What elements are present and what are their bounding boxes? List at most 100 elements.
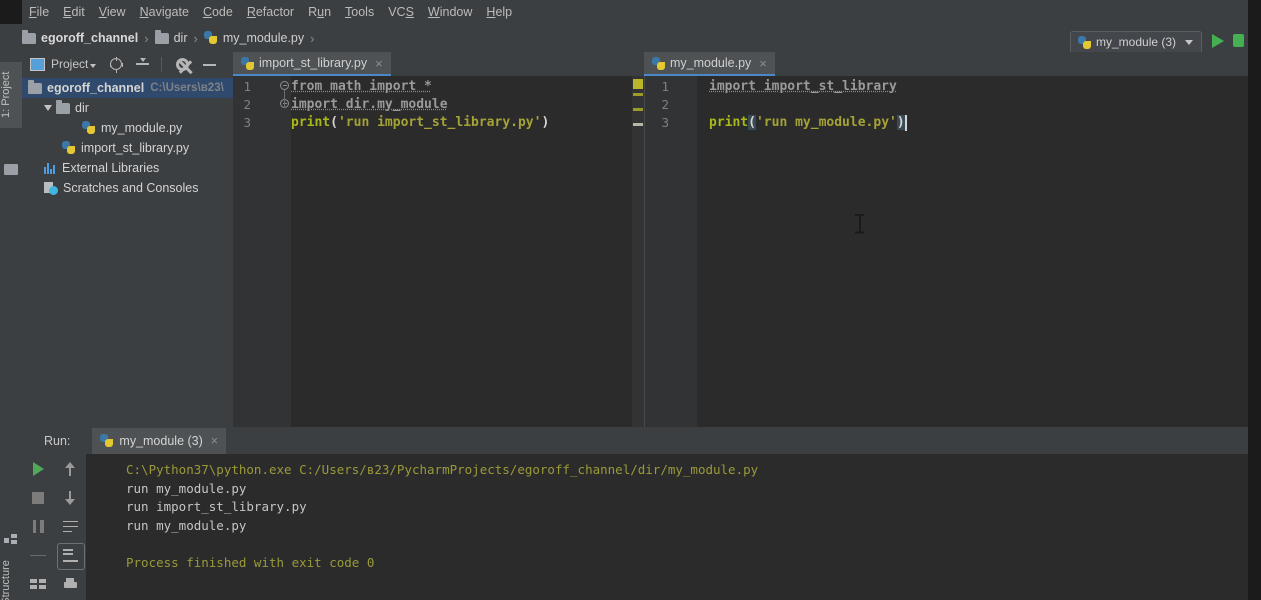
editor-code-right[interactable]: import import_st_library print('run my_m… (709, 76, 905, 136)
fold-collapse-icon[interactable] (280, 81, 289, 90)
tree-item-scratches-and-consoles[interactable]: Scratches and Consoles (22, 178, 233, 198)
close-icon[interactable]: × (759, 56, 767, 71)
editor-marker-strip-left[interactable] (632, 76, 644, 427)
print-icon (63, 578, 78, 591)
run-toolbar (22, 454, 86, 600)
menu-item-file[interactable]: File (22, 3, 56, 21)
editor-code-left[interactable]: from math import * import dir.my_module … (291, 76, 549, 151)
rerun-button[interactable] (22, 454, 54, 483)
breadcrumb-separator: › (193, 30, 198, 46)
menu-item-navigate[interactable]: Navigate (133, 3, 196, 21)
breadcrumb-item-dir[interactable]: dir (154, 29, 188, 45)
menu-item-tools[interactable]: Tools (338, 3, 381, 21)
menu-item-vcs[interactable]: VCS (381, 3, 421, 21)
breadcrumb-label: egoroff_channel (41, 31, 139, 45)
soft-wrap-icon (62, 520, 78, 533)
collapse-all-icon[interactable] (136, 58, 150, 70)
layout-button[interactable] (22, 570, 54, 599)
settings-gear-icon[interactable] (176, 57, 190, 71)
console-line: C:\Python37\python.exe C:/Users/в23/Pych… (126, 462, 759, 477)
rerun-icon (32, 461, 44, 476)
tree-item-external-libraries[interactable]: External Libraries (22, 158, 233, 178)
cards-icon (30, 579, 46, 590)
breadcrumb-item-file[interactable]: my_module.py (203, 31, 304, 45)
run-window-label: Run: (44, 434, 71, 448)
tree-item-egoroff-channel[interactable]: egoroff_channel C:\Users\в23\ (22, 78, 233, 98)
menu-item-help[interactable]: Help (479, 3, 519, 21)
console-line: run my_module.py (126, 480, 247, 496)
tree-item-label: External Libraries (62, 161, 160, 175)
changed-line-marker[interactable] (633, 123, 643, 126)
folder-icon (28, 79, 42, 94)
debug-button[interactable] (1233, 34, 1244, 47)
line-number: 1 (661, 79, 669, 94)
tree-item-dir[interactable]: dir (22, 98, 233, 118)
chevron-down-icon[interactable] (44, 105, 52, 111)
tree-item-label: import_st_library.py (81, 141, 190, 155)
close-icon[interactable]: × (375, 56, 383, 71)
menu-item-code[interactable]: Code (196, 3, 240, 21)
sidebar-tab-project-label: 1: Project (0, 71, 12, 119)
window-corner (0, 0, 22, 24)
editor-tab-bar: import_st_library.py × my_module.py × (233, 52, 1248, 76)
menu-item-refactor[interactable]: Refactor (240, 3, 301, 21)
menu-item-run[interactable]: Run (301, 3, 338, 21)
editor-tab-import-st-library[interactable]: import_st_library.py × (233, 52, 391, 76)
chevron-down-icon (1185, 39, 1194, 45)
print-button[interactable] (54, 570, 86, 599)
run-configuration-label: my_module (3) (1096, 35, 1177, 49)
folder-icon (154, 29, 169, 44)
run-console-output[interactable]: C:\Python37\python.exe C:/Users/в23/Pych… (86, 454, 1248, 600)
pause-button[interactable] (22, 512, 54, 541)
project-panel-header: Project (22, 52, 233, 76)
menu-item-window[interactable]: Window (421, 3, 479, 21)
sidebar-tab-structure[interactable]: 2: Structure (0, 548, 22, 600)
up-arrow-icon (64, 461, 76, 476)
breadcrumb-item-project[interactable]: egoroff_channel (22, 29, 139, 45)
run-button[interactable] (1212, 34, 1224, 48)
warning-marker[interactable] (633, 108, 643, 111)
next-occurrence-button[interactable] (54, 483, 86, 512)
stop-button[interactable] (22, 483, 54, 512)
tree-item-label: egoroff_channel (47, 81, 145, 95)
editor-tab-my-module[interactable]: my_module.py × (644, 52, 775, 76)
editor-area: import_st_library.py × my_module.py × 1 … (233, 52, 1248, 427)
editor-pane-import-st-library[interactable]: 1 2 3 from math import * import dir.my_m… (233, 76, 644, 427)
tree-item-import-st-library[interactable]: import_st_library.py (22, 138, 233, 158)
tree-item-label: dir (75, 101, 89, 115)
prev-occurrence-button[interactable] (54, 454, 86, 483)
run-tab-my-module[interactable]: my_module (3) × (92, 428, 227, 454)
sidebar-tab-project[interactable]: 1: Project (0, 62, 22, 128)
close-icon[interactable]: × (211, 434, 218, 448)
editor-pane-my-module[interactable]: 1 2 3 import import_st_library print('ru… (644, 76, 1248, 427)
toolbar-divider (161, 56, 163, 72)
code-line: import dir.my_module (291, 97, 448, 112)
python-file-icon (203, 31, 218, 45)
menu-item-view[interactable]: View (92, 3, 133, 21)
project-panel-title[interactable]: Project (30, 57, 97, 71)
mouse-cursor-ibeam (855, 214, 864, 233)
run-configuration-selector[interactable]: my_module (3) (1070, 31, 1202, 53)
fold-region-line (284, 90, 285, 108)
editor-fold-column-left[interactable] (279, 76, 291, 427)
python-file-icon (82, 121, 96, 135)
warning-marker[interactable] (633, 79, 643, 89)
code-line: import import_st_library (709, 79, 897, 94)
tree-item-my-module[interactable]: my_module.py (22, 118, 233, 138)
run-tab-bar: Run: my_module (3) × (22, 428, 1248, 454)
sidebar-tab-structure-label: 2: Structure (0, 560, 12, 600)
breadcrumb-separator: › (310, 30, 315, 46)
pause-icon (32, 520, 44, 533)
soft-wrap-button[interactable] (54, 512, 86, 541)
editor-tab-label: my_module.py (670, 56, 752, 70)
locate-icon[interactable] (110, 57, 123, 70)
menu-item-edit[interactable]: Edit (56, 3, 92, 21)
run-tool-window: Run: my_module (3) × C:\Python37\python.… (22, 428, 1248, 600)
folder-icon (56, 99, 70, 114)
python-file-icon (241, 56, 254, 70)
warning-marker[interactable] (633, 93, 643, 96)
scroll-to-end-button[interactable] (54, 541, 86, 570)
structure-icon (4, 534, 17, 544)
minimize-icon[interactable] (203, 64, 217, 66)
